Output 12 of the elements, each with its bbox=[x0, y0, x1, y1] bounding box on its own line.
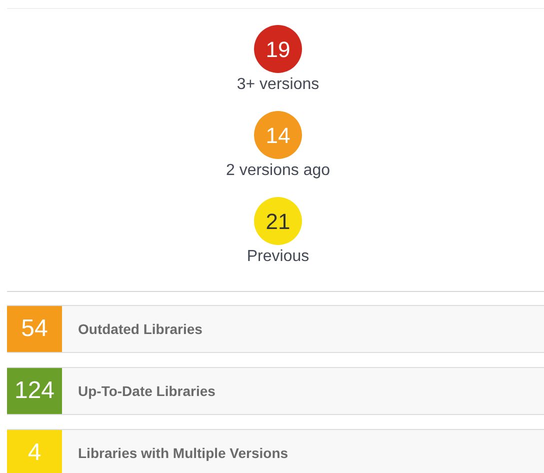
count-tile: 124 bbox=[7, 368, 62, 414]
row-label: Up-To-Date Libraries bbox=[78, 382, 216, 401]
row-label: Libraries with Multiple Versions bbox=[78, 444, 288, 463]
version-label: Previous bbox=[246, 247, 310, 267]
summary-row[interactable]: 124 Up-To-Date Libraries bbox=[7, 367, 544, 415]
count-tile: 54 bbox=[7, 306, 62, 352]
row-label: Outdated Libraries bbox=[78, 320, 202, 338]
version-label: 2 versions ago bbox=[226, 161, 330, 181]
summary-row[interactable]: 4 Libraries with Multiple Versions bbox=[7, 429, 544, 473]
count-tile: 4 bbox=[7, 430, 62, 473]
version-label: 3+ versions bbox=[236, 75, 320, 95]
summary-row[interactable]: 54 Outdated Libraries bbox=[7, 305, 544, 353]
